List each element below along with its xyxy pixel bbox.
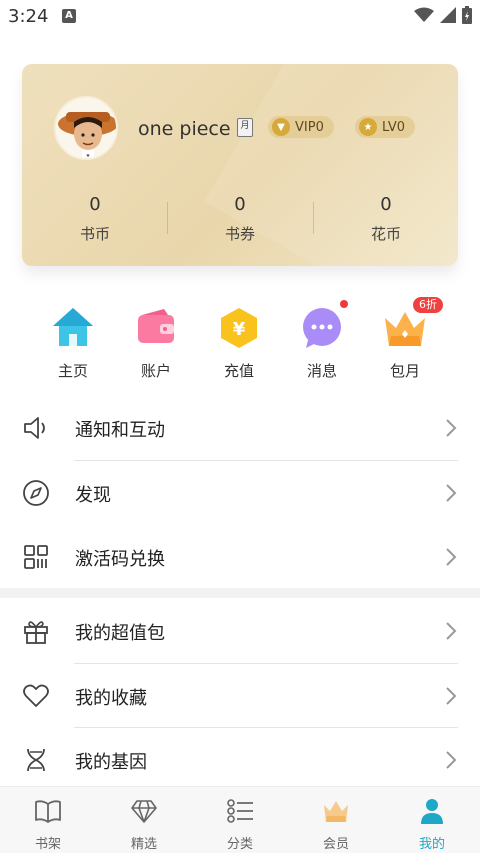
- person-icon: [421, 799, 443, 824]
- menu-value-packs[interactable]: 我的超值包: [0, 599, 480, 663]
- stat-label: 书币: [79, 225, 110, 243]
- battery-icon: [462, 6, 472, 24]
- vip-badge[interactable]: ▼ VIP0: [268, 116, 334, 138]
- yen-icon: ¥: [217, 306, 261, 350]
- status-time: 3:24: [8, 6, 49, 27]
- menu-redeem-code[interactable]: 激活码兑换: [0, 525, 480, 589]
- profile-card[interactable]: ★ one piece 月 ▼ VIP0 ★ LV0 0 书币 0 书券 0 花…: [22, 64, 458, 266]
- diamond-icon: [131, 800, 157, 823]
- level-label: LV0: [382, 119, 405, 135]
- crown-icon: 6折: [383, 297, 443, 350]
- message-icon: [300, 300, 348, 350]
- menu-label: 我的超值包: [75, 623, 165, 644]
- quick-label: 消息: [306, 362, 337, 380]
- dna-icon: [27, 748, 45, 772]
- compass-icon: [23, 480, 49, 506]
- chevron-right-icon: [446, 484, 457, 502]
- quick-label: 账户: [140, 362, 171, 380]
- quick-label: 主页: [57, 362, 88, 380]
- stat-value: 0: [89, 194, 101, 215]
- tab-bookshelf[interactable]: 书架: [0, 787, 96, 853]
- discount-badge: 6折: [413, 297, 443, 313]
- vip-label: VIP0: [295, 119, 324, 135]
- menu-label: 激活码兑换: [75, 549, 165, 570]
- quick-label: 包月: [389, 362, 420, 380]
- stat-book-coins[interactable]: 0 书币: [22, 194, 168, 244]
- qr-code-icon: [24, 545, 48, 569]
- tab-label: 会员: [322, 837, 349, 852]
- signal-icon: [440, 7, 456, 23]
- chevron-right-icon: [446, 751, 457, 769]
- level-badge[interactable]: ★ LV0: [355, 116, 415, 138]
- stat-value: 0: [234, 194, 246, 215]
- svg-text:¥: ¥: [233, 319, 246, 340]
- stat-label: 花币: [370, 225, 401, 243]
- chevron-right-icon: [446, 419, 457, 437]
- quick-home[interactable]: 主页: [33, 306, 113, 381]
- chevron-right-icon: [446, 548, 457, 566]
- vip-icon: ▼: [272, 118, 290, 136]
- gift-icon: [24, 621, 48, 644]
- unread-dot: [340, 300, 348, 308]
- chevron-right-icon: [446, 622, 457, 640]
- avatar[interactable]: ★: [54, 96, 118, 160]
- status-bar: 3:24 A: [0, 0, 480, 34]
- svg-text:★: ★: [86, 153, 91, 159]
- menu-label: 通知和互动: [75, 420, 165, 441]
- quick-recharge[interactable]: ¥ 充值: [199, 306, 279, 381]
- speaker-icon: [24, 417, 45, 439]
- tab-label: 我的: [418, 837, 445, 852]
- tab-label: 书架: [34, 837, 61, 852]
- menu-discover[interactable]: 发现: [0, 461, 480, 525]
- bottom-tab-bar: 书架 精选 分类 会员 我的: [0, 786, 480, 853]
- tab-label: 精选: [130, 837, 157, 852]
- chevron-right-icon: [446, 687, 457, 705]
- stat-label: 书券: [224, 225, 255, 243]
- wifi-icon: [414, 7, 434, 22]
- quick-messages[interactable]: 消息: [282, 300, 362, 381]
- menu-label: 发现: [75, 485, 111, 506]
- avatar-image: ★: [56, 98, 116, 159]
- quick-label: 充值: [223, 362, 254, 380]
- menu-notifications[interactable]: 通知和互动: [0, 396, 480, 460]
- menu-label: 我的基因: [75, 752, 147, 773]
- quick-monthly[interactable]: 6折 包月: [365, 297, 445, 381]
- notification-a-icon: A: [62, 9, 76, 23]
- book-icon: [35, 800, 61, 823]
- crown-icon: [324, 801, 348, 822]
- quick-account[interactable]: 账户: [116, 306, 196, 381]
- menu-genes[interactable]: 我的基因: [0, 728, 480, 792]
- tab-membership[interactable]: 会员: [288, 787, 384, 853]
- heart-icon: [23, 684, 49, 707]
- username: one piece: [138, 118, 231, 140]
- wallet-icon: [134, 306, 178, 350]
- stat-flower-coins[interactable]: 0 花币: [313, 194, 458, 244]
- quick-actions: 主页 账户 ¥ 充值 消息 6折 包月: [0, 297, 480, 386]
- system-icons: [414, 6, 472, 24]
- list-icon: [227, 799, 253, 823]
- monthly-book-icon: 月: [237, 118, 253, 137]
- menu-label: 我的收藏: [75, 688, 147, 709]
- star-icon: ★: [359, 118, 377, 136]
- tab-categories[interactable]: 分类: [192, 787, 288, 853]
- tab-label: 分类: [226, 837, 253, 852]
- section-divider: [0, 588, 480, 598]
- tab-featured[interactable]: 精选: [96, 787, 192, 853]
- stat-book-vouchers[interactable]: 0 书券: [167, 194, 313, 244]
- menu-favorites[interactable]: 我的收藏: [0, 664, 480, 728]
- tab-mine[interactable]: 我的: [384, 787, 480, 853]
- home-icon: [51, 306, 95, 350]
- stat-value: 0: [380, 194, 392, 215]
